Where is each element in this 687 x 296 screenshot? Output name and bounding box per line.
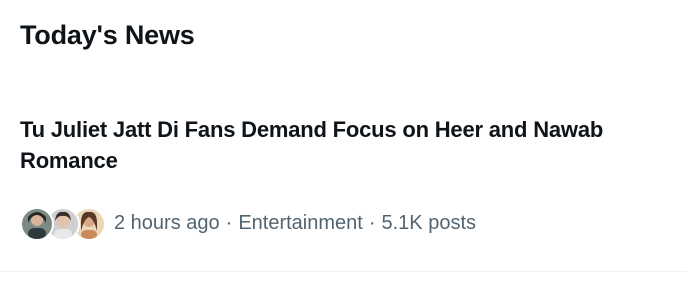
- news-headline[interactable]: Tu Juliet Jatt Di Fans Demand Focus on H…: [20, 114, 670, 176]
- avatar-stack: [20, 206, 106, 241]
- meta-separator: ·: [368, 212, 376, 234]
- section-title: Today's News: [20, 20, 195, 50]
- news-category: Entertainment: [238, 212, 363, 234]
- news-item[interactable]: Tu Juliet Jatt Di Fans Demand Focus on H…: [0, 100, 687, 272]
- avatar: [20, 207, 54, 241]
- meta-text: 2 hours ago · Entertainment · 5.1K posts: [114, 206, 476, 240]
- meta-separator: ·: [225, 212, 233, 234]
- news-time: 2 hours ago: [114, 212, 220, 234]
- news-meta: 2 hours ago · Entertainment · 5.1K posts: [20, 206, 476, 241]
- news-post-count: 5.1K posts: [381, 212, 477, 234]
- divider: [0, 271, 687, 272]
- todays-news-panel: Today's News Tu Juliet Jatt Di Fans Dema…: [0, 0, 687, 296]
